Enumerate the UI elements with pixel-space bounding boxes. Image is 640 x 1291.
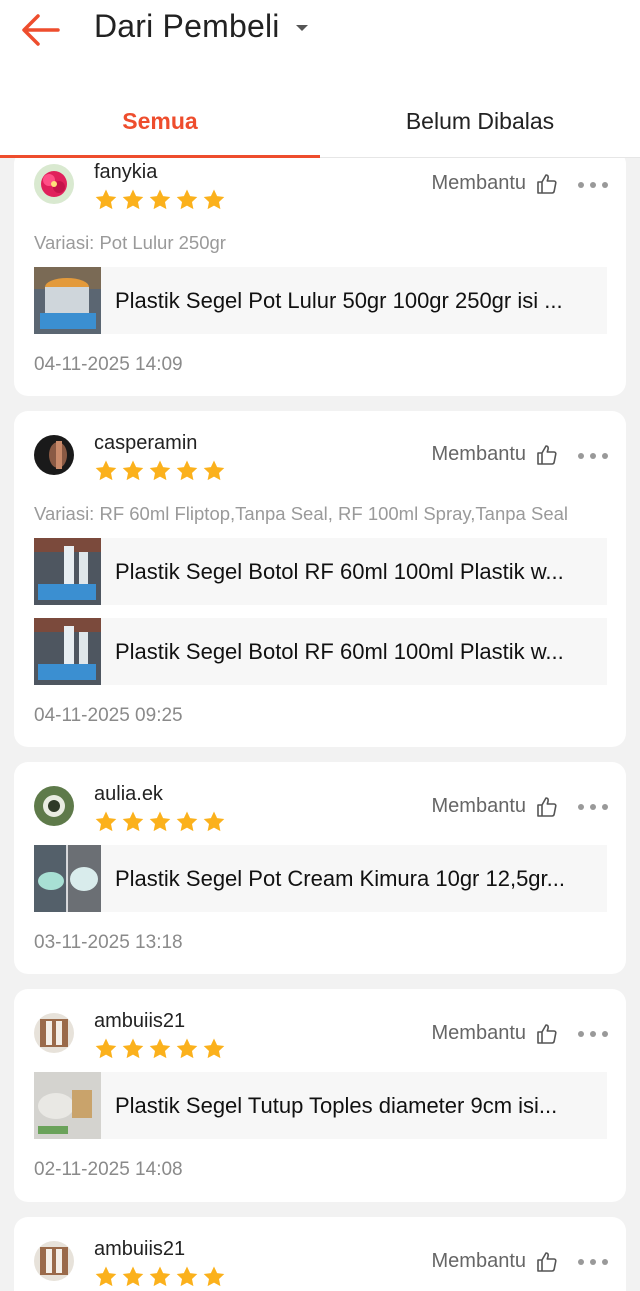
star-icon	[149, 1038, 171, 1059]
review-date: 04-11-2025 09:25	[34, 705, 183, 726]
reviewer-username[interactable]: fanykia	[94, 161, 157, 184]
star-icon	[122, 1266, 144, 1287]
review-card: ambuiis21 Membantu	[14, 1217, 626, 1291]
star-icon	[149, 460, 171, 481]
avatar[interactable]	[34, 786, 74, 826]
avatar[interactable]	[34, 1241, 74, 1281]
star-rating	[94, 188, 226, 212]
star-rating	[94, 459, 226, 483]
review-date: 02-11-2025 14:08	[34, 1159, 183, 1180]
page-title: Dari Pembeli	[94, 8, 280, 44]
review-card: casperamin Membantu Variasi: RF 60ml Fli…	[14, 411, 626, 747]
avatar[interactable]	[34, 1013, 74, 1053]
thumbs-up-icon	[537, 1251, 557, 1272]
product-name: Plastik Segel Botol RF 60ml 100ml Plasti…	[115, 638, 564, 664]
star-icon	[176, 1266, 198, 1287]
reviewer-username[interactable]: ambuiis21	[94, 1010, 185, 1033]
star-icon	[176, 1038, 198, 1059]
star-rating	[94, 1037, 226, 1061]
review-card: ambuiis21 Membantu Plastik Segel Tutup T…	[14, 989, 626, 1202]
star-icon	[95, 1038, 117, 1059]
star-icon	[203, 189, 225, 210]
product-thumbnail	[34, 267, 101, 334]
helpful-label: Membantu	[431, 1022, 527, 1044]
reviewer-username[interactable]: casperamin	[94, 432, 197, 455]
tab-all[interactable]: Semua	[0, 86, 320, 158]
thumbs-up-icon	[537, 796, 557, 817]
product-item[interactable]: Plastik Segel Botol RF 60ml 100ml Plasti…	[34, 538, 607, 605]
more-options-icon[interactable]	[578, 451, 608, 461]
reviewer-username[interactable]: aulia.ek	[94, 783, 163, 806]
product-thumbnail	[34, 1072, 101, 1139]
product-name: Plastik Segel Pot Lulur 50gr 100gr 250gr…	[115, 287, 563, 313]
star-icon	[95, 189, 117, 210]
more-options-icon[interactable]	[578, 802, 608, 812]
star-icon	[176, 460, 198, 481]
star-icon	[149, 811, 171, 832]
product-item[interactable]: Plastik Segel Tutup Toples diameter 9cm …	[34, 1072, 607, 1139]
review-card: aulia.ek Membantu Plastik Segel Pot Crea…	[14, 762, 626, 974]
title-dropdown[interactable]: Dari Pembeli	[94, 8, 308, 45]
star-icon	[95, 1266, 117, 1287]
product-name: Plastik Segel Botol RF 60ml 100ml Plasti…	[115, 558, 564, 584]
star-icon	[203, 460, 225, 481]
variation-text: Variasi: Pot Lulur 250gr	[34, 232, 226, 253]
star-rating	[94, 1265, 226, 1289]
helpful-label: Membantu	[431, 795, 527, 817]
star-icon	[176, 189, 198, 210]
star-icon	[122, 189, 144, 210]
tab-bar: Semua Belum Dibalas	[0, 86, 640, 158]
product-item[interactable]: Plastik Segel Pot Cream Kimura 10gr 12,5…	[34, 845, 607, 912]
star-rating	[94, 810, 226, 834]
product-name: Plastik Segel Pot Cream Kimura 10gr 12,5…	[115, 865, 565, 891]
review-date: 04-11-2025 14:09	[34, 354, 183, 375]
helpful-button[interactable]: Membantu	[432, 172, 559, 195]
thumbs-up-icon	[537, 1023, 557, 1044]
helpful-label: Membantu	[431, 443, 527, 465]
tab-unreplied[interactable]: Belum Dibalas	[320, 86, 640, 157]
variation-text: Variasi: RF 60ml Fliptop,Tanpa Seal, RF …	[34, 503, 569, 524]
back-arrow-icon[interactable]	[18, 10, 64, 50]
star-icon	[149, 189, 171, 210]
product-thumbnail	[34, 618, 101, 685]
review-date: 03-11-2025 13:18	[34, 932, 183, 953]
avatar[interactable]	[34, 164, 74, 204]
star-icon	[122, 460, 144, 481]
star-icon	[203, 811, 225, 832]
reviewer-username[interactable]: ambuiis21	[94, 1238, 185, 1261]
star-icon	[176, 811, 198, 832]
product-item[interactable]: Plastik Segel Botol RF 60ml 100ml Plasti…	[34, 618, 607, 685]
star-icon	[203, 1038, 225, 1059]
helpful-label: Membantu	[431, 1250, 527, 1272]
product-name: Plastik Segel Tutup Toples diameter 9cm …	[115, 1092, 558, 1118]
more-options-icon[interactable]	[578, 180, 608, 190]
helpful-button[interactable]: Membantu	[432, 1250, 559, 1273]
star-icon	[149, 1266, 171, 1287]
app-header: Dari Pembeli Semua Belum Dibalas	[0, 0, 640, 158]
avatar[interactable]	[34, 435, 74, 475]
star-icon	[95, 460, 117, 481]
more-options-icon[interactable]	[578, 1257, 608, 1267]
thumbs-up-icon	[537, 173, 557, 194]
star-icon	[122, 1038, 144, 1059]
helpful-button[interactable]: Membantu	[432, 795, 559, 818]
star-icon	[95, 811, 117, 832]
caret-down-icon	[295, 25, 308, 31]
star-icon	[203, 1266, 225, 1287]
product-thumbnail	[34, 538, 101, 605]
review-card: fanykia Membantu Variasi: Pot Lulur 250g…	[14, 150, 626, 396]
helpful-button[interactable]: Membantu	[432, 1022, 559, 1045]
product-thumbnail	[34, 845, 101, 912]
helpful-label: Membantu	[431, 172, 527, 194]
more-options-icon[interactable]	[578, 1029, 608, 1039]
product-item[interactable]: Plastik Segel Pot Lulur 50gr 100gr 250gr…	[34, 267, 607, 334]
star-icon	[122, 811, 144, 832]
helpful-button[interactable]: Membantu	[432, 443, 559, 466]
thumbs-up-icon	[537, 444, 557, 465]
